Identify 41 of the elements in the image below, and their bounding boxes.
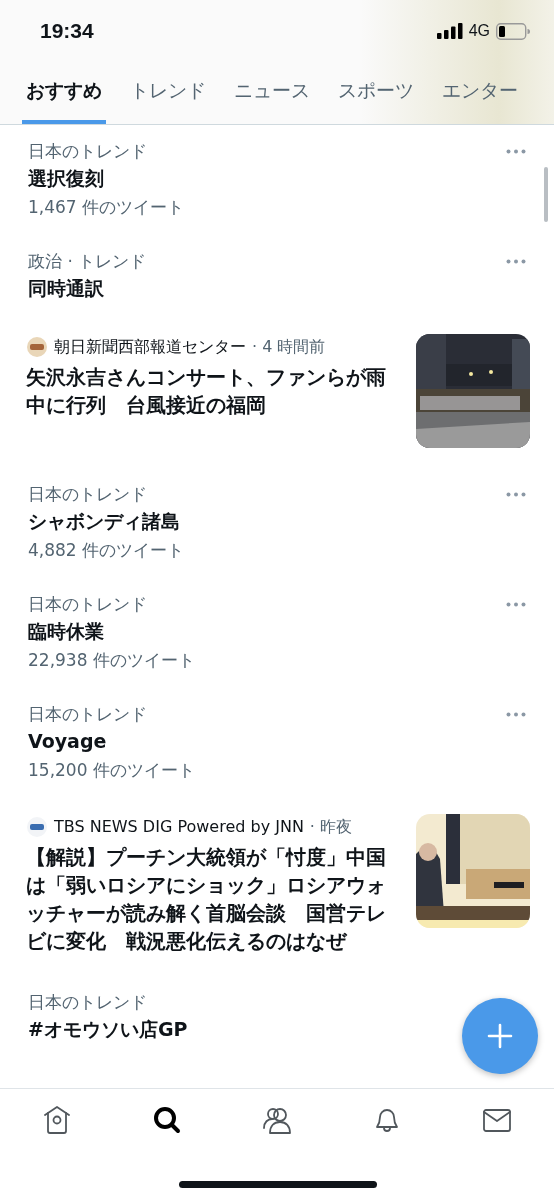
more-icon[interactable] <box>506 601 526 607</box>
trend-title[interactable]: #オモウソい店GP <box>28 1014 188 1045</box>
trend-category: 日本のトレンド <box>28 483 147 506</box>
news-headline[interactable]: 矢沢永吉さんコンサート、ファンらが雨中に行列 台風接近の福岡 <box>26 364 390 420</box>
news-time: · 4 時間前 <box>252 336 326 358</box>
trend-category: 日本のトレンド <box>28 991 147 1014</box>
battery-icon <box>496 22 530 40</box>
more-icon[interactable] <box>506 491 526 497</box>
network-label: 4G <box>468 22 490 40</box>
plus-icon <box>487 1023 513 1049</box>
trend-title[interactable]: Voyage <box>28 726 107 757</box>
news-time: · 昨夜 <box>309 816 353 838</box>
more-icon[interactable] <box>506 148 526 154</box>
trend-title[interactable]: 臨時休業 <box>28 616 104 647</box>
trend-title[interactable]: 選択復刻 <box>28 163 104 194</box>
category-tab[interactable]: おすすめ <box>22 62 106 124</box>
more-icon[interactable] <box>506 258 526 264</box>
category-tab[interactable]: ニュース <box>230 62 314 124</box>
trend-title[interactable]: 同時通訳 <box>28 273 104 304</box>
trend-category: 日本のトレンド <box>28 703 147 726</box>
tweet-count: 22,938 件のツイート <box>28 649 195 672</box>
tweet-count: 15,200 件のツイート <box>28 759 195 782</box>
news-headline[interactable]: 【解説】プーチン大統領が「忖度」中国は「弱いロシアにショック」ロシアウォッチャーが読み解く首脳会談 国営テレビに変化 戦況悪化伝えるのはなぜ <box>26 844 390 956</box>
trend-category: 日本のトレンド <box>28 140 147 163</box>
category-tab[interactable]: トレンド <box>126 62 210 124</box>
tweet-count: 1,467 件のツイート <box>28 196 185 219</box>
trend-title[interactable]: シャボンディ諸島 <box>28 506 180 537</box>
news-source: TBS NEWS DIG Powered by JNN <box>54 816 304 838</box>
source-logo-icon <box>26 336 48 358</box>
signal-icon <box>436 23 463 39</box>
news-source: 朝日新聞西部報道センター <box>54 336 246 358</box>
category-tab[interactable]: エンター <box>438 62 522 124</box>
status-time: 19:34 <box>40 19 94 43</box>
more-icon[interactable] <box>506 711 526 717</box>
scrollbar <box>544 167 548 222</box>
category-tab[interactable]: スポーツ <box>334 62 418 124</box>
source-logo-icon <box>26 816 48 838</box>
trend-category: 政治 · トレンド <box>28 250 147 273</box>
compose-button[interactable] <box>462 998 538 1074</box>
tweet-count: 4,882 件のツイート <box>28 539 185 562</box>
trend-category: 日本のトレンド <box>28 593 147 616</box>
